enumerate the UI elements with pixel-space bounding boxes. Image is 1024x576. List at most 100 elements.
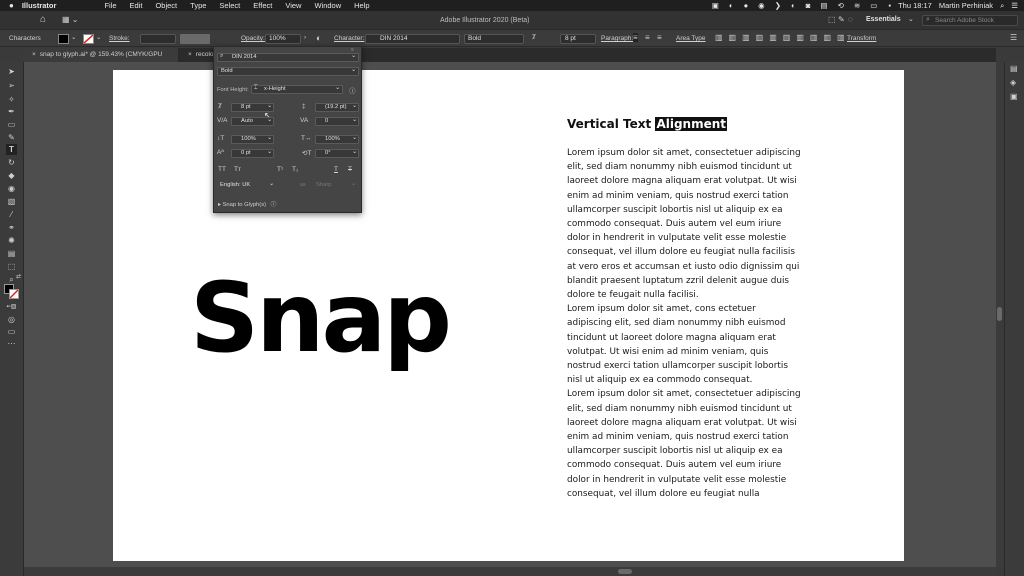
gradient-tool-icon[interactable]: ▧ [6, 196, 17, 207]
apple-icon[interactable]: ● [9, 1, 14, 10]
chevron-down-icon[interactable]: ⌄ [351, 67, 356, 74]
menu-help[interactable]: Help [354, 1, 369, 10]
horizontal-scrollbar[interactable] [24, 567, 996, 576]
eraser-tool-icon[interactable]: ◆ [6, 170, 17, 181]
vertical-scale-field[interactable]: 100% ⌄ [231, 135, 274, 144]
info-icon[interactable]: ⓘ [349, 85, 356, 95]
align-center-icon[interactable]: ≡ [645, 33, 650, 42]
menu-object[interactable]: Object [155, 1, 177, 10]
font-family-field[interactable]: ⌕ DIN 2014 ⌄ [217, 53, 359, 62]
home-icon[interactable]: ⌂ [40, 14, 46, 25]
chevron-down-icon[interactable]: ⌄ [267, 103, 272, 110]
search-icon[interactable]: ⌕ [1000, 1, 1004, 11]
heading-selected-word[interactable]: Alignment [655, 117, 728, 131]
chevron-down-icon[interactable]: ⌄ [96, 33, 101, 41]
swap-colors-icon[interactable]: ⇄ [13, 272, 24, 283]
screen-mode-icon[interactable]: ▭ [6, 326, 17, 337]
chevron-down-icon[interactable]: ⌄ [908, 15, 914, 23]
magic-wand-tool-icon[interactable]: ✧ [6, 94, 17, 105]
strikethrough-icon[interactable]: T [348, 166, 352, 173]
eyedropper-tool-icon[interactable]: ⁄ [6, 209, 17, 220]
selection-tool-icon[interactable]: ➤ [6, 66, 17, 77]
properties-icon[interactable]: ▤ [1010, 64, 1018, 73]
variable-width-profile[interactable] [180, 34, 210, 44]
subscript-icon[interactable]: T₁ [292, 166, 298, 173]
workspace-switcher[interactable]: Essentials [866, 16, 901, 23]
draw-mode-icon[interactable]: ◎ [6, 314, 17, 325]
heading-text[interactable]: Vertical Text Alignment [567, 117, 728, 131]
chevron-down-icon[interactable]: ⌄ [267, 117, 272, 124]
horizontal-scale-field[interactable]: 100% ⌄ [315, 135, 359, 144]
snap-to-glyph-section[interactable]: ▸ Snap to Glyph(s) ⓘ [218, 199, 276, 208]
menu-edit[interactable]: Edit [130, 1, 143, 10]
baseline-shift-field[interactable]: 0 pt ⌄ [231, 149, 274, 158]
stroke-label[interactable]: Stroke: [109, 35, 130, 42]
flag-icon[interactable]: ▪ [888, 1, 891, 10]
all-caps-icon[interactable]: TT [218, 166, 226, 173]
list-icon[interactable]: ☰ [1011, 1, 1018, 10]
leading-field[interactable]: (19.2 pt) ⌄ [315, 103, 359, 112]
underline-icon[interactable]: T [334, 166, 338, 173]
snap-logo[interactable]: Snap [190, 270, 452, 366]
graph-tool-icon[interactable]: ▤ [6, 248, 17, 259]
chevron-down-icon[interactable]: ⌄ [269, 181, 274, 188]
type-tool-icon[interactable]: T [6, 144, 17, 155]
rectangle-tool-icon[interactable]: ▭ [6, 119, 17, 130]
app-menu[interactable]: Illustrator [22, 1, 57, 10]
direct-selection-tool-icon[interactable]: ➢ [6, 80, 17, 91]
paragraph-label[interactable]: Paragraph: [601, 35, 633, 42]
chevron-down-icon[interactable]: ⌄ [267, 149, 272, 156]
stroke-color-swatch[interactable] [9, 289, 19, 299]
menu-file[interactable]: File [104, 1, 116, 10]
status-icons[interactable]: ▣ ◐ ● ◉ ❯ ◐ ◙ ▤ ⟲ ≋ ▭ [712, 1, 882, 10]
align-right-icon[interactable]: ≡ [657, 33, 662, 42]
libraries-icon[interactable]: ▣ [1010, 92, 1018, 101]
area-type-label[interactable]: Area Type [676, 35, 706, 42]
clock[interactable]: Thu 18:17 [898, 1, 932, 10]
info-icon[interactable]: ⓘ [271, 202, 277, 208]
menu-view[interactable]: View [285, 1, 301, 10]
superscript-icon[interactable]: T¹ [277, 166, 283, 173]
font-height-field[interactable]: ⌶ x-Height ⌄ [251, 85, 343, 94]
chevron-down-icon[interactable]: ⌄ [352, 135, 357, 142]
workspace-layout-icon[interactable]: ▦ ⌄ [62, 15, 78, 24]
chevron-down-icon[interactable]: ⌄ [352, 117, 357, 124]
tracking-field[interactable]: 0 ⌄ [315, 117, 359, 126]
arrange-icon[interactable]: ⬚ [828, 15, 836, 24]
artboard-tool-icon[interactable]: ⬚ [6, 261, 17, 272]
stroke-weight-field[interactable] [140, 34, 176, 44]
font-style-field[interactable]: Bold ⌄ [217, 67, 359, 76]
layers-icon[interactable]: ◈ [1010, 78, 1016, 87]
stock-search-field[interactable]: ⌕ Search Adobe Stock [922, 15, 1018, 26]
character-label[interactable]: Character: [334, 35, 364, 42]
transform-label[interactable]: Transform [847, 35, 876, 42]
font-size-field[interactable]: 8 pt [560, 34, 596, 44]
chevron-right-icon[interactable]: › [304, 34, 306, 41]
align-options-icons[interactable]: ▥▥▥▥▥▥▥▥▥▥ [715, 33, 851, 42]
menu-effect[interactable]: Effect [253, 1, 272, 10]
font-style-field[interactable]: Bold [464, 34, 524, 44]
more-tools-icon[interactable]: ⋯ [6, 338, 17, 349]
disclosure-triangle-icon[interactable]: ▸ [218, 202, 221, 208]
fill-swatch[interactable] [58, 34, 69, 44]
close-icon[interactable]: × [32, 51, 36, 58]
opacity-label[interactable]: Opacity: [241, 35, 265, 42]
recolor-icon[interactable]: ◐ [316, 33, 321, 43]
vertical-scroll-thumb[interactable] [997, 307, 1002, 321]
shape-builder-tool-icon[interactable]: ◉ [6, 183, 17, 194]
chevron-down-icon[interactable]: ⌄ [71, 33, 76, 41]
language-field[interactable]: English: UK ⌄ [217, 181, 275, 191]
pen-icon[interactable]: ✎ [838, 15, 845, 24]
font-family-field[interactable]: DIN 2014 [365, 34, 460, 44]
horizontal-scroll-thumb[interactable] [618, 569, 632, 574]
pen-tool-icon[interactable]: ✒ [6, 106, 17, 117]
stroke-swatch[interactable] [83, 34, 94, 44]
menu-type[interactable]: Type [190, 1, 206, 10]
tab-snap-to-glyph[interactable]: ×snap to glyph.ai* @ 159.43% (CMYK/GPU P… [24, 48, 178, 72]
align-left-icon[interactable]: ≡ [633, 33, 638, 42]
chevron-down-icon[interactable]: ⌄ [267, 135, 272, 142]
lightbulb-icon[interactable]: ◌ [848, 15, 853, 24]
chevron-down-icon[interactable]: ⌄ [351, 53, 356, 60]
kerning-field[interactable]: Auto ⌄ [231, 117, 274, 126]
symbol-sprayer-tool-icon[interactable]: ✺ [6, 235, 17, 246]
